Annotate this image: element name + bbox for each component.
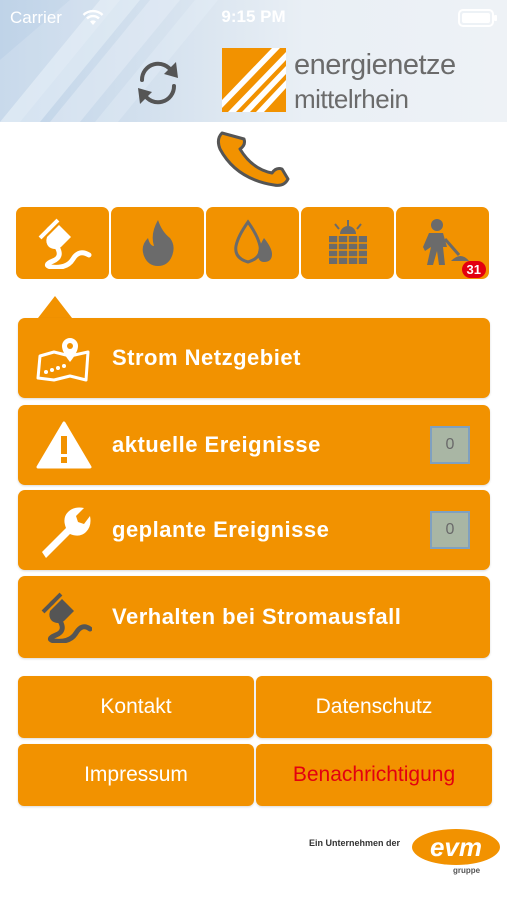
company-note: Ein Unternehmen der xyxy=(309,838,401,848)
app-header: Carrier 9:15 PM energienetze mittelrhein xyxy=(0,0,507,122)
event-count: 0 xyxy=(430,511,470,549)
menu-verhalten-stromausfall[interactable]: Verhalten bei Stromausfall xyxy=(18,576,490,658)
evm-logo: evm xyxy=(412,829,500,865)
menu-label: aktuelle Ereignisse xyxy=(112,432,321,457)
plug-icon xyxy=(41,592,92,643)
menu-label: Verhalten bei Stromausfall xyxy=(112,604,402,629)
svg-text:evm: evm xyxy=(430,832,482,862)
energienetze-logo-icon xyxy=(222,48,286,112)
construction-worker-icon xyxy=(422,219,469,265)
status-bar: Carrier 9:15 PM xyxy=(0,0,507,36)
logo-line-2: mittelrhein xyxy=(294,84,409,114)
datenschutz-button[interactable]: Datenschutz xyxy=(256,676,492,738)
tab-baustellen[interactable]: 31 xyxy=(396,207,489,279)
battery-icon xyxy=(458,9,497,27)
phone-icon[interactable] xyxy=(212,125,296,191)
menu-strom-netzgebiet[interactable]: Strom Netzgebiet xyxy=(18,318,490,398)
category-tabs: 31 xyxy=(16,207,491,279)
menu-aktuelle-ereignisse[interactable]: aktuelle Ereignisse 0 xyxy=(18,405,490,485)
map-pin-icon xyxy=(36,338,90,382)
plug-icon xyxy=(38,218,91,269)
benachrichtigung-button[interactable]: Benachrichtigung xyxy=(256,744,492,806)
kontakt-button[interactable]: Kontakt xyxy=(18,676,254,738)
flame-icon xyxy=(142,220,174,266)
menu-geplante-ereignisse[interactable]: geplante Ereignisse 0 xyxy=(18,490,490,570)
active-tab-pointer xyxy=(38,296,72,318)
warning-icon xyxy=(36,421,92,469)
tab-solar[interactable] xyxy=(301,207,394,279)
tab-strom[interactable] xyxy=(16,207,109,279)
clock: 9:15 PM xyxy=(221,7,286,26)
logo-line-1: energienetze xyxy=(294,49,456,81)
tab-gas[interactable] xyxy=(111,207,204,279)
solar-panel-icon xyxy=(328,220,367,264)
impressum-button[interactable]: Impressum xyxy=(18,744,254,806)
refresh-icon[interactable] xyxy=(132,58,184,108)
tab-wasser[interactable] xyxy=(206,207,299,279)
wrench-icon xyxy=(42,507,91,558)
menu-label: Strom Netzgebiet xyxy=(112,345,301,370)
group-sub: gruppe xyxy=(453,866,481,875)
event-count: 0 xyxy=(430,426,470,464)
menu-label: geplante Ereignisse xyxy=(112,517,330,542)
construction-badge: 31 xyxy=(461,261,486,278)
water-drops-icon xyxy=(233,219,272,264)
